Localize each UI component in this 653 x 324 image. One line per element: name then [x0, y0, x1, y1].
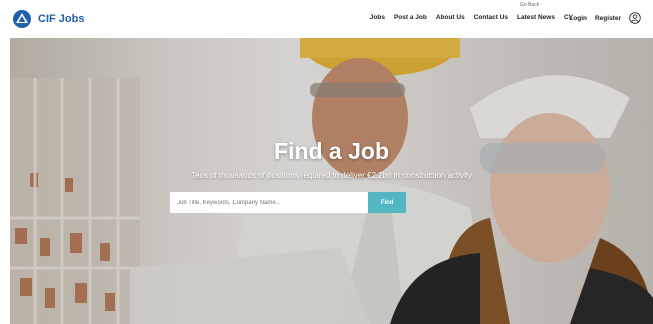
hero-subtitle: Tens of thousands of positions required … [190, 171, 473, 180]
hero-title: Find a Job [274, 138, 389, 164]
user-icon[interactable] [629, 12, 641, 24]
nav-contact-us[interactable]: Contact Us [474, 14, 508, 21]
job-search-input[interactable] [170, 192, 368, 213]
nav-jobs[interactable]: Jobs [370, 14, 385, 21]
register-link[interactable]: Register [595, 15, 621, 22]
logo-icon [13, 10, 31, 28]
job-search-form: Find [170, 192, 406, 213]
main-nav: Jobs Post a Job About Us Contact Us Late… [370, 14, 573, 21]
nav-post-a-job[interactable]: Post a Job [394, 14, 427, 21]
logo[interactable]: CIF Jobs [12, 9, 84, 29]
hero-background-image [10, 38, 653, 324]
auth-links: Login Register [569, 12, 641, 24]
brand-name: CIF Jobs [38, 13, 85, 25]
find-button[interactable]: Find [368, 192, 406, 213]
nav-about-us[interactable]: About Us [436, 14, 465, 21]
hero-banner: Find a Job Tens of thousands of position… [10, 38, 653, 324]
site-header: CIF Jobs Go Back Jobs Post a Job About U… [0, 0, 653, 38]
top-back-link[interactable]: Go Back [520, 2, 539, 8]
login-link[interactable]: Login [569, 15, 587, 22]
nav-latest-news[interactable]: Latest News [517, 14, 555, 21]
